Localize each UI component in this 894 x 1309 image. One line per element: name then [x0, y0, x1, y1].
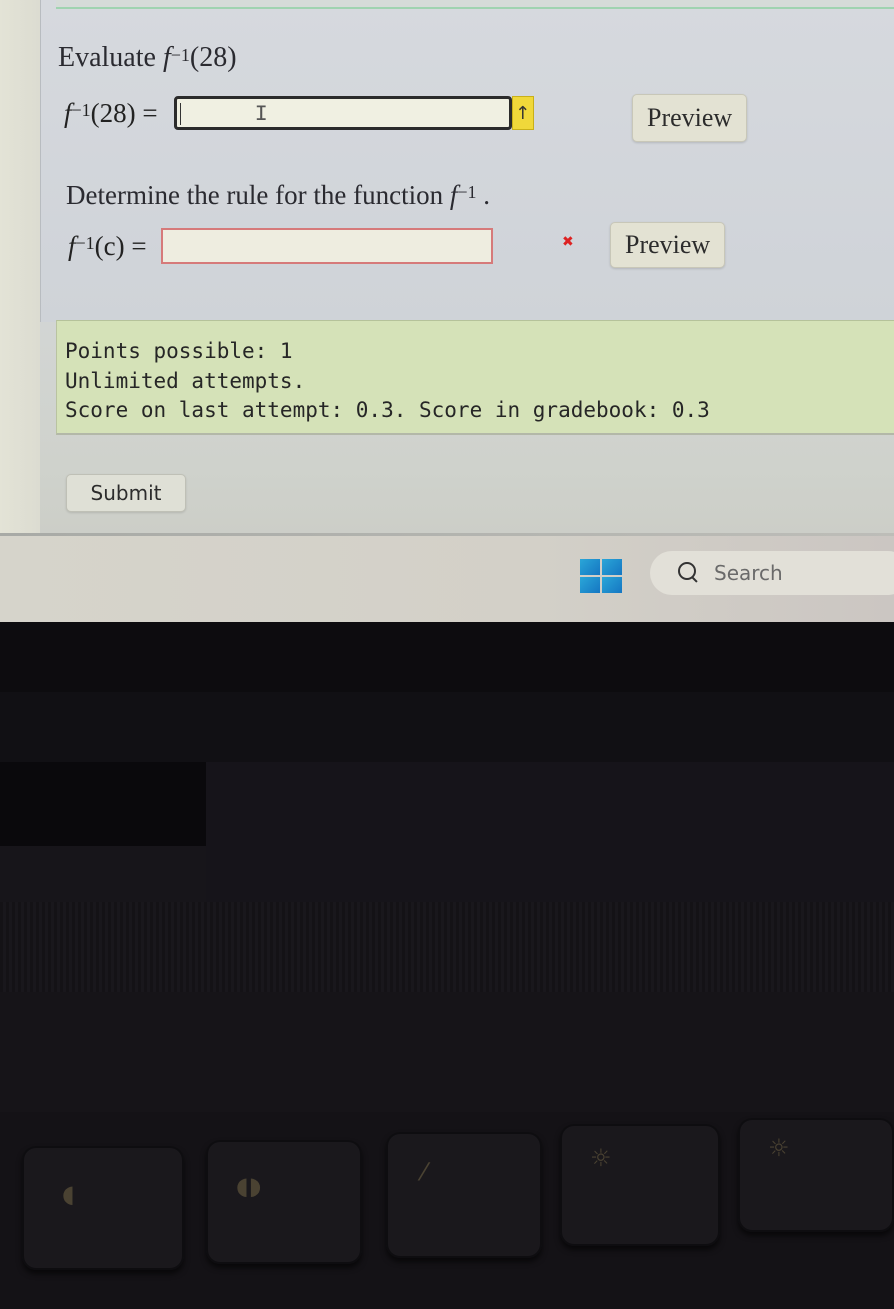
search-label: Search: [714, 561, 783, 585]
incorrect-x-icon: ✖: [562, 234, 574, 250]
function-symbol: f: [449, 180, 458, 210]
question-2-answer-input[interactable]: [160, 228, 493, 264]
screen: Evaluate f −1 (28) f −1 (28) = I ↑ Preview D…: [0, 0, 894, 622]
function-key[interactable]: ◖◗: [206, 1140, 362, 1264]
prompt-argument: (28): [189, 42, 237, 73]
inverse-exponent: −1: [75, 232, 95, 253]
search-icon: [674, 558, 704, 588]
inverse-exponent: −1: [170, 44, 190, 65]
key-glyph: ◖◗: [236, 1172, 262, 1200]
function-symbol: f: [162, 42, 171, 73]
page-left-margin: [0, 0, 40, 540]
prompt-text: Evaluate: [58, 42, 156, 73]
key-glyph: ◖: [62, 1180, 75, 1208]
inverse-exponent: −1: [71, 99, 91, 120]
submit-button[interactable]: Submit: [66, 474, 186, 512]
points-info-panel: Points possible: 1 Unlimited attempts. S…: [56, 320, 894, 435]
question-1-answer-input[interactable]: I: [173, 96, 512, 130]
logo-tile: [580, 559, 600, 575]
function-key[interactable]: ◖: [22, 1146, 184, 1270]
question-1-preview-button[interactable]: Preview: [632, 94, 748, 142]
equals-sign: =: [142, 97, 158, 128]
previous-panel-edge: [56, 0, 894, 9]
points-possible-text: Points possible: 1: [65, 339, 293, 363]
format-warning-icon[interactable]: ↑: [511, 96, 534, 130]
function-key[interactable]: ☼: [560, 1124, 720, 1246]
laptop-hinge: [0, 692, 894, 762]
logo-tile: [602, 577, 622, 593]
keyboard: ◖ ◖◗ ⁄ ☼ ☼: [0, 1112, 894, 1309]
score-text: Score on last attempt: 0.3. Score in gra…: [65, 398, 710, 422]
function-symbol: f: [68, 230, 76, 261]
text-cursor: [179, 103, 182, 125]
logo-tile: [580, 577, 600, 593]
equals-sign: =: [131, 230, 147, 261]
taskbar-search-box[interactable]: Search: [650, 551, 894, 595]
logo-tile: [602, 559, 622, 575]
function-key[interactable]: ☼: [738, 1118, 894, 1232]
laptop-bezel: [0, 622, 894, 692]
attempts-text: Unlimited attempts.: [65, 369, 306, 393]
inverse-exponent: −1: [457, 182, 477, 202]
question-2-prompt: Determine the rule for the function f −1 …: [66, 180, 490, 211]
key-glyph: ☼: [768, 1134, 790, 1162]
i-beam-pointer-icon: I: [254, 102, 268, 127]
prompt-suffix: .: [483, 180, 491, 210]
windows-start-icon[interactable]: [580, 559, 622, 593]
question-2-answer-row: f −1 (c) =: [68, 228, 493, 264]
question-1-prompt: Evaluate f −1 (28): [58, 42, 237, 74]
key-glyph: ⁄: [422, 1158, 427, 1186]
speaker-grille: [0, 902, 894, 992]
question-2-preview-button[interactable]: Preview: [610, 222, 726, 268]
answer-lhs-argument: (28): [90, 97, 136, 128]
function-symbol: f: [64, 97, 72, 128]
function-key[interactable]: ⁄: [386, 1132, 542, 1258]
laptop-deck-lower: [0, 992, 894, 1112]
key-glyph: ☼: [590, 1144, 612, 1172]
prompt-text: Determine the rule for the function: [66, 180, 444, 210]
question-1-answer-row: f −1 (28) = I ↑: [64, 96, 534, 130]
laptop-shadow-block: [0, 762, 206, 846]
answer-lhs-argument: (c): [94, 230, 125, 261]
laptop-deck-upper: [206, 762, 894, 902]
